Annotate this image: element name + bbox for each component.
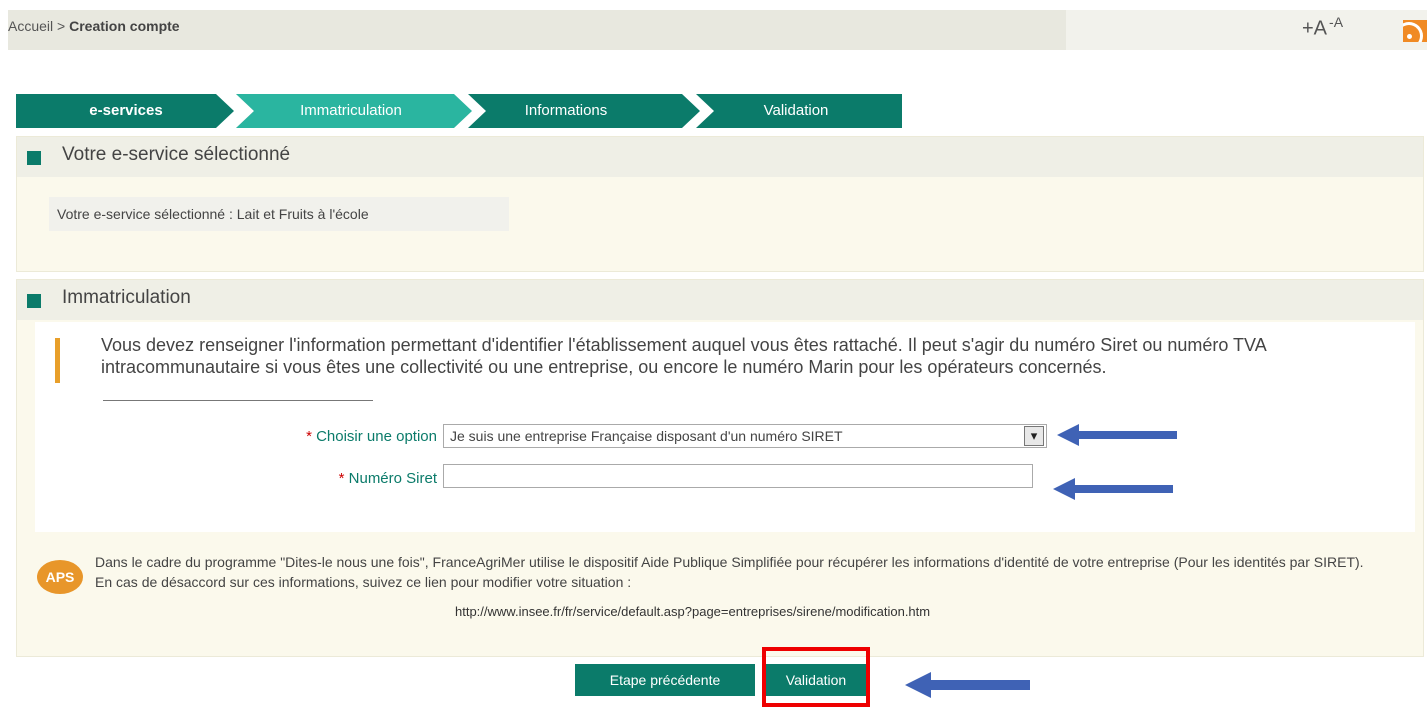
square-bullet-icon xyxy=(27,294,41,308)
step-e-services: e-services xyxy=(89,102,163,119)
info-text: Vous devez renseigner l'information perm… xyxy=(101,335,1266,377)
step-validation: Validation xyxy=(763,102,829,119)
panel-title: Votre e-service sélectionné xyxy=(62,144,291,165)
selected-service-box: Votre e-service sélectionné : Lait et Fr… xyxy=(49,197,509,231)
breadcrumb-separator: > xyxy=(57,18,66,34)
panel-header: Votre e-service sélectionné xyxy=(17,137,1423,177)
square-bullet-icon xyxy=(27,151,41,165)
info-marker xyxy=(55,338,60,383)
step-bar: e-services Immatriculation Informations … xyxy=(16,94,902,128)
font-decrease-button[interactable]: -A xyxy=(1329,14,1343,30)
aps-icon: APS xyxy=(37,560,83,594)
siret-input[interactable] xyxy=(443,464,1033,488)
step-informations: Informations xyxy=(524,102,608,119)
option-select-value: Je suis une entreprise Française disposa… xyxy=(450,428,843,444)
breadcrumb-current: Creation compte xyxy=(69,18,180,34)
divider xyxy=(103,400,373,401)
annotation-arrow-icon xyxy=(905,672,1030,698)
siret-label: * Numéro Siret xyxy=(338,470,437,487)
annotation-arrow-icon xyxy=(1053,478,1173,500)
aps-notice: APS Dans le cadre du programme "Dites-le… xyxy=(35,548,1415,638)
font-size-controls: +A -A xyxy=(1302,14,1343,41)
top-bar-tools xyxy=(1066,10,1427,50)
previous-step-button[interactable]: Etape précédente xyxy=(575,664,755,696)
panel-title: Immatriculation xyxy=(62,287,191,308)
rss-icon[interactable] xyxy=(1403,20,1427,42)
insee-link[interactable]: http://www.insee.fr/fr/service/default.a… xyxy=(455,604,930,619)
option-label: * Choisir une option xyxy=(306,428,437,445)
panel-header: Immatriculation xyxy=(17,280,1423,320)
panel-selected-service: Votre e-service sélectionné Votre e-serv… xyxy=(16,136,1424,272)
aps-text: Dans le cadre du programme "Dites-le nou… xyxy=(95,554,1364,590)
annotation-highlight xyxy=(762,647,870,707)
chevron-down-icon[interactable]: ▾ xyxy=(1024,426,1044,446)
breadcrumb-home[interactable]: Accueil xyxy=(8,18,53,34)
font-increase-button[interactable]: +A xyxy=(1302,18,1327,40)
panel-immatriculation: Immatriculation Vous devez renseigner l'… xyxy=(16,279,1424,657)
annotation-arrow-icon xyxy=(1057,424,1177,446)
selected-service-text: Votre e-service sélectionné : Lait et Fr… xyxy=(57,206,369,222)
step-immatriculation: Immatriculation xyxy=(300,102,402,119)
breadcrumb: Accueil > Creation compte xyxy=(8,18,180,34)
option-select[interactable]: Je suis une entreprise Française disposa… xyxy=(443,424,1047,448)
